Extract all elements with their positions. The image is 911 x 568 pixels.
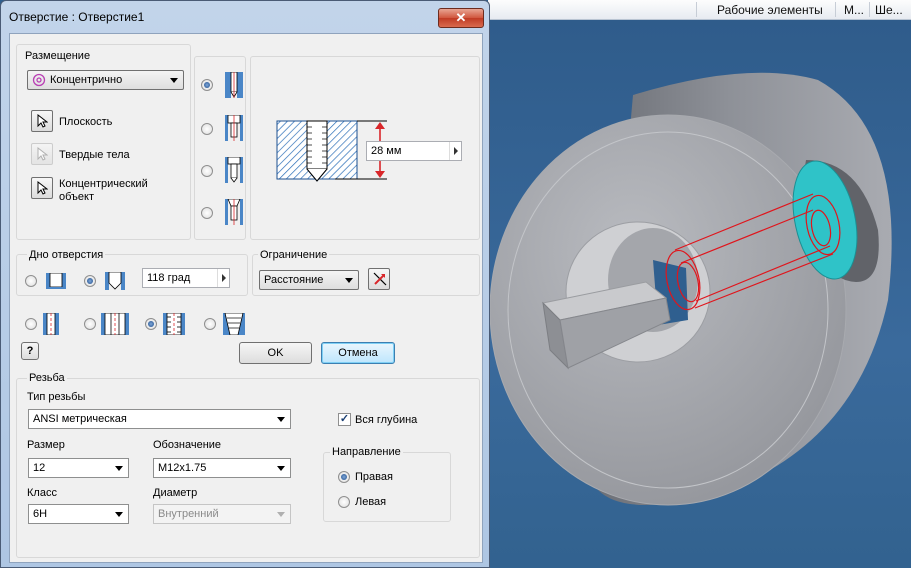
dialog-body: Размещение Концентрично Плоскость Тверды… [9, 33, 483, 563]
part-model [489, 72, 892, 506]
flat-bottom-icon[interactable] [46, 273, 66, 289]
model-viewport[interactable] [488, 20, 911, 568]
direction-right-radio[interactable] [338, 471, 350, 483]
size-label: Размер [27, 439, 65, 451]
plane-select-button[interactable] [31, 110, 53, 132]
placement-mode-dropdown[interactable]: Концентрично [27, 70, 184, 90]
solids-label: Твердые тела [59, 149, 130, 161]
direction-left-radio[interactable] [338, 496, 350, 508]
chevron-down-icon [170, 78, 178, 83]
class-value: 6H [33, 508, 48, 520]
hole-type-counterbore-radio[interactable] [201, 165, 213, 177]
thread-type-dropdown[interactable]: ANSI метрическая [28, 409, 291, 429]
close-icon: ✕ [455, 10, 467, 25]
angle-bottom-icon[interactable] [105, 272, 125, 290]
hole-type-countersink-radio[interactable] [201, 207, 213, 219]
designation-value: M12x1.75 [158, 462, 207, 474]
diameter-label: Диаметр [153, 487, 198, 499]
chevron-down-icon [115, 466, 123, 471]
ribbon-tab-m[interactable]: М... [844, 3, 864, 17]
cancel-button[interactable]: Отмена [321, 342, 395, 364]
thread-type-value: ANSI метрическая [33, 413, 127, 425]
chevron-down-icon [277, 417, 285, 422]
close-button[interactable]: ✕ [438, 8, 484, 28]
ribbon-separator [835, 2, 836, 17]
concentric-object-label-2: объект [59, 191, 95, 203]
placement-label: Размещение [25, 50, 91, 62]
ok-button[interactable]: OK [239, 342, 312, 364]
plane-label: Плоскость [59, 116, 113, 128]
ribbon-separator [869, 2, 870, 17]
concentric-icon [32, 73, 46, 87]
hole-type-simple-radio[interactable] [201, 79, 213, 91]
clearance-hole-icon[interactable] [225, 115, 243, 141]
countersink-hole-icon[interactable] [225, 199, 243, 225]
simple-hole-icon[interactable] [225, 72, 243, 98]
dialog-title: Отверстие : Отверстие1 [9, 10, 145, 24]
drill-simple-icon[interactable] [43, 313, 59, 335]
termination-dropdown[interactable]: Расстояние [259, 270, 359, 290]
spin-arrow-icon[interactable] [449, 142, 461, 160]
drill-type-1-radio[interactable] [25, 318, 37, 330]
cursor-arrow-icon [37, 114, 48, 128]
concentric-object-select-button[interactable] [31, 177, 53, 199]
cursor-arrow-icon [37, 147, 48, 161]
ribbon-tab-sh[interactable]: Ше... [875, 3, 903, 17]
chevron-down-icon [277, 512, 285, 517]
hole-type-clearance-radio[interactable] [201, 123, 213, 135]
concentric-object-label-1: Концентрический [59, 178, 148, 190]
dialog-titlebar[interactable]: Отверстие : Отверстие1 ✕ [1, 1, 489, 33]
class-label: Класс [27, 487, 57, 499]
ribbon-separator [696, 2, 697, 17]
help-icon: ? [26, 345, 34, 357]
full-depth-checkbox[interactable]: ✓ [338, 413, 351, 426]
direction-label: Направление [330, 446, 403, 458]
hole-bottom-label: Дно отверстия [27, 249, 106, 261]
ribbon-strip: Рабочие элементы М... Ше... [488, 0, 911, 20]
ribbon-tab-work-features[interactable]: Рабочие элементы [717, 3, 823, 17]
hole-dialog: Отверстие : Отверстие1 ✕ Размещение Конц… [0, 0, 490, 568]
flip-direction-icon [373, 272, 387, 286]
counterbore-hole-icon[interactable] [225, 157, 243, 183]
class-dropdown[interactable]: 6H [28, 504, 129, 524]
drill-tapered-icon[interactable] [223, 313, 245, 335]
placement-mode-value: Концентрично [50, 74, 123, 86]
designation-label: Обозначение [153, 439, 222, 451]
help-button[interactable]: ? [21, 342, 39, 360]
diameter-value: Внутренний [158, 508, 219, 520]
full-depth-label: Вся глубина [355, 414, 418, 426]
drill-clearance-icon[interactable] [101, 313, 129, 335]
cursor-arrow-icon [37, 181, 48, 195]
spin-arrow-icon[interactable] [217, 269, 229, 287]
chevron-down-icon [277, 466, 285, 471]
direction-group [323, 452, 451, 522]
chevron-down-icon [345, 278, 353, 283]
designation-dropdown[interactable]: M12x1.75 [153, 458, 291, 478]
size-dropdown[interactable]: 12 [28, 458, 129, 478]
bottom-angle-value: 118 град [147, 272, 191, 284]
termination-label: Ограничение [258, 249, 330, 261]
termination-value: Расстояние [264, 274, 324, 286]
drill-type-2-radio[interactable] [84, 318, 96, 330]
bottom-angle-input[interactable]: 118 град [142, 268, 230, 288]
thread-label: Резьба [27, 372, 67, 384]
thread-type-label: Тип резьбы [27, 391, 86, 403]
drill-type-threaded-radio[interactable] [145, 318, 157, 330]
solids-select-button[interactable] [31, 143, 53, 165]
flip-direction-button[interactable] [368, 268, 390, 290]
depth-value: 28 мм [371, 145, 402, 157]
bottom-flat-radio[interactable] [25, 275, 37, 287]
chevron-down-icon [115, 512, 123, 517]
depth-input[interactable]: 28 мм [366, 141, 462, 161]
drill-type-tapered-radio[interactable] [204, 318, 216, 330]
direction-right-label: Правая [355, 471, 393, 483]
direction-left-label: Левая [355, 496, 387, 508]
drill-threaded-icon[interactable] [163, 313, 185, 335]
bottom-angle-radio[interactable] [84, 275, 96, 287]
size-value: 12 [33, 462, 46, 474]
diameter-dropdown[interactable]: Внутренний [153, 504, 291, 524]
